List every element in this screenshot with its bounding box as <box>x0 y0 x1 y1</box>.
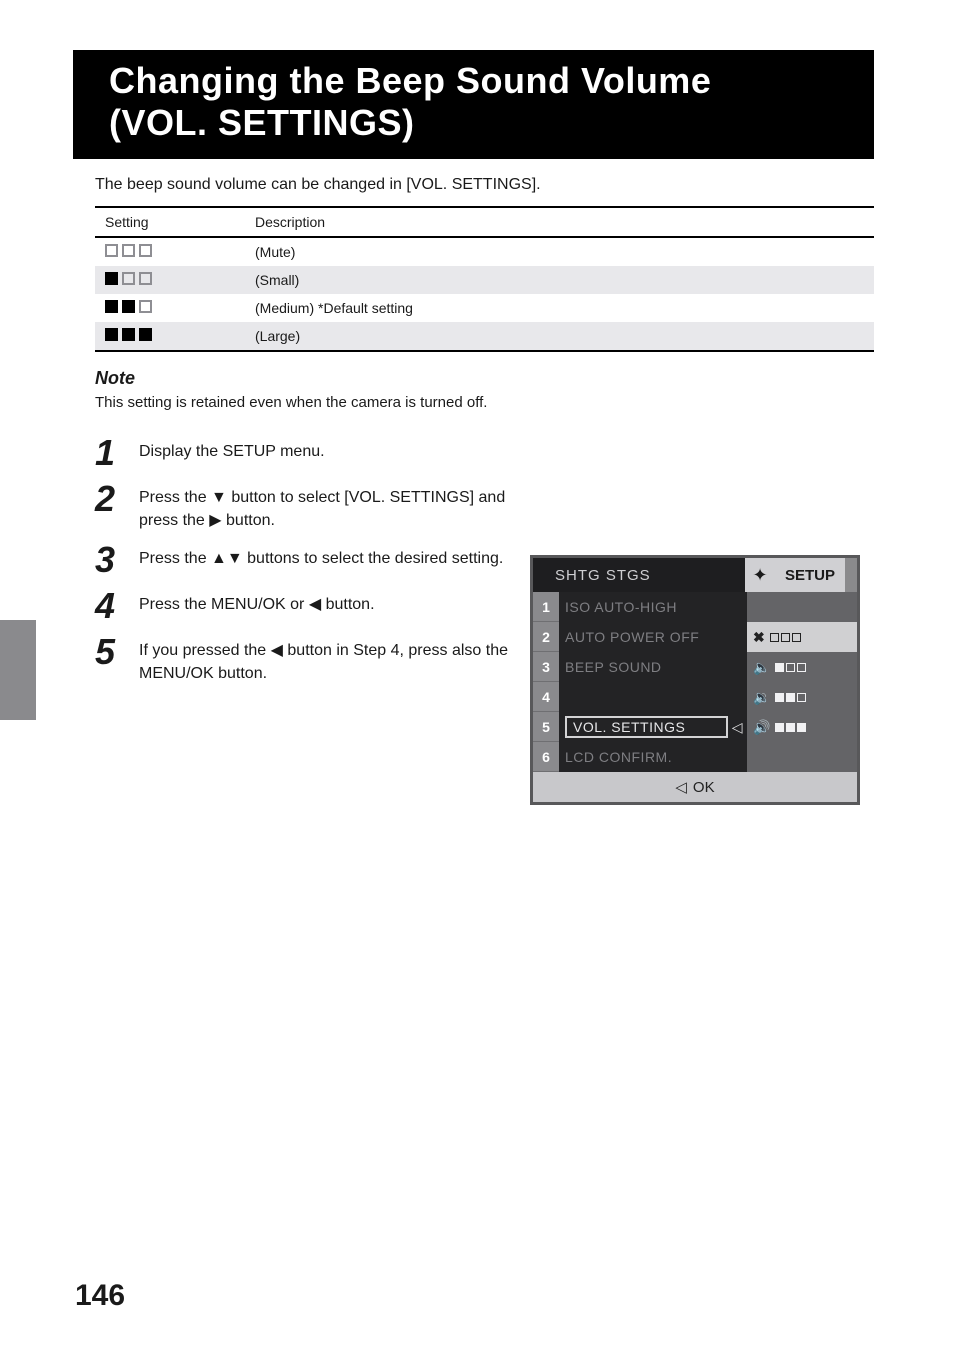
wrench-icon: ✦ <box>745 558 775 592</box>
value-high: 🔊 <box>747 712 857 742</box>
setting-medium <box>95 294 245 322</box>
menu-item-selected: VOL. SETTINGS <box>565 716 728 738</box>
left-triangle-icon: ◀ <box>309 596 321 613</box>
table-head-setting: Setting <box>95 207 245 237</box>
value-list: ✖ 🔈 🔉 🔊 <box>747 592 857 772</box>
step-4: 4 Press the MENU/OK or ◀ button. <box>95 588 547 624</box>
left-triangle-icon: ◀ <box>271 642 283 659</box>
value-med: 🔉 <box>747 682 857 712</box>
heading-tab <box>73 50 95 159</box>
note-body: This setting is retained even when the c… <box>95 393 874 413</box>
step-2: 2 Press the ▼ button to select [VOL. SET… <box>95 481 547 532</box>
step-num: 5 <box>95 634 125 670</box>
note-block: Note This setting is retained even when … <box>95 368 874 413</box>
step-text: Press the ▼ button to select [VOL. SETTI… <box>139 481 547 532</box>
step-num: 4 <box>95 588 125 624</box>
setting-mute <box>95 237 245 266</box>
step-1: 1 Display the SETUP menu. <box>95 435 547 471</box>
heading-line1: Changing the Beep Sound Volume <box>109 60 711 101</box>
speaker-med-icon: 🔉 <box>753 689 770 706</box>
step-5: 5 If you pressed the ◀ button in Step 4,… <box>95 634 547 685</box>
table-head-desc: Description <box>245 207 874 237</box>
step-num: 2 <box>95 481 125 517</box>
menu-item: ISO AUTO-HIGH <box>565 599 747 615</box>
right-triangle-icon: ▶ <box>209 512 221 529</box>
left-hollow-triangle-icon: ◁ <box>675 778 687 796</box>
desc-medium: (Medium) *Default setting <box>245 294 874 322</box>
section-heading: Changing the Beep Sound Volume (VOL. SET… <box>95 50 874 159</box>
step-text: Display the SETUP menu. <box>139 435 325 463</box>
tab-setup: SETUP <box>775 558 845 592</box>
step-num: 1 <box>95 435 125 471</box>
step-text: Press the ▲▼ buttons to select the desir… <box>139 542 503 570</box>
cam-ok-bar: ◁ OK <box>533 772 857 802</box>
step-3: 3 Press the ▲▼ buttons to select the des… <box>95 542 547 578</box>
value-low: 🔈 <box>747 652 857 682</box>
desc-small: (Small) <box>245 266 874 294</box>
desc-large: (Large) <box>245 322 874 351</box>
note-head: Note <box>95 368 874 389</box>
value-mute: ✖ <box>747 622 857 652</box>
mute-icon: ✖ <box>753 629 765 646</box>
menu-item: BEEP SOUND <box>565 659 747 675</box>
speaker-low-icon: 🔈 <box>753 659 770 676</box>
menu-numbers: 1 2 3 4 5 6 <box>533 592 559 772</box>
menu-item: AUTO POWER OFF <box>565 629 747 645</box>
desc-mute: (Mute) <box>245 237 874 266</box>
ok-label: OK <box>693 779 715 796</box>
down-triangle-icon: ▼ <box>211 489 227 506</box>
settings-table: Setting Description (Mute) (Small) (Medi… <box>95 206 874 352</box>
side-tab <box>0 620 36 720</box>
up-down-triangle-icon: ▲▼ <box>211 550 243 567</box>
camera-screenshot: SHTG STGS ✦ SETUP 1 2 3 4 5 6 ISO AUTO-H… <box>530 555 860 805</box>
setting-large <box>95 322 245 351</box>
step-text: Press the MENU/OK or ◀ button. <box>139 588 375 616</box>
setting-small <box>95 266 245 294</box>
tab-stripe <box>845 558 857 592</box>
tab-shtg: SHTG STGS <box>533 558 745 592</box>
menu-list: ISO AUTO-HIGH AUTO POWER OFF BEEP SOUND … <box>559 592 747 772</box>
left-arrow-icon: ◁ <box>732 719 747 736</box>
menu-item: LCD CONFIRM. <box>565 749 747 765</box>
intro-text: The beep sound volume can be changed in … <box>95 173 874 196</box>
step-num: 3 <box>95 542 125 578</box>
step-text: If you pressed the ◀ button in Step 4, p… <box>139 634 547 685</box>
speaker-high-icon: 🔊 <box>753 719 770 736</box>
page-number: 146 <box>75 1279 125 1313</box>
heading-line2: (VOL. SETTINGS) <box>109 102 415 143</box>
